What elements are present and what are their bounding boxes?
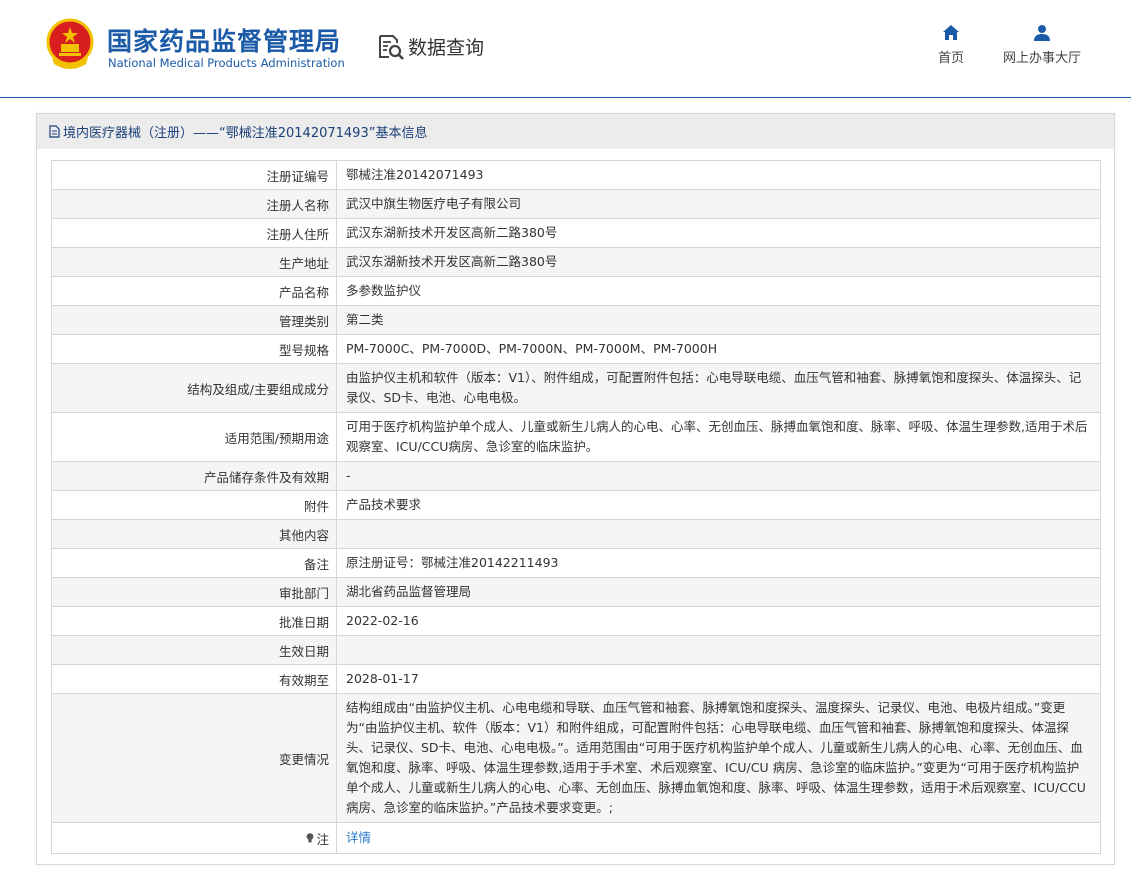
nav-home[interactable]: 首页: [935, 24, 967, 66]
home-icon: [943, 25, 959, 40]
table-row-registrant-address: 注册人住所 武汉东湖新技术开发区高新二路380号: [51, 218, 1101, 248]
field-value: 2022-02-16: [336, 606, 1101, 636]
field-value: 多参数监护仪: [336, 276, 1101, 306]
field-value: 结构组成由“由监护仪主机、心电电缆和导联、血压气管和袖套、脉搏氧饱和度探头、温度…: [336, 693, 1101, 823]
field-label: 产品储存条件及有效期: [51, 461, 337, 491]
field-value: 武汉中旗生物医疗电子有限公司: [336, 189, 1101, 219]
lightbulb-icon: [307, 833, 314, 843]
nav-home-label: 首页: [937, 51, 964, 66]
field-label: 附件: [51, 490, 337, 520]
nav-online-office-label: 网上办事大厅: [1002, 51, 1081, 66]
field-label: 审批部门: [51, 577, 337, 607]
table-row-remarks: 备注 原注册证号：鄂械注准20142211493: [51, 548, 1101, 578]
field-label: 型号规格: [51, 334, 337, 364]
table-row-model-spec: 型号规格 PM-7000C、PM-7000D、PM-7000N、PM-7000M…: [51, 334, 1101, 364]
panel-header: 境内医疗器械（注册）——“鄂械注准20142071493”基本信息: [37, 114, 1114, 149]
field-label: 生效日期: [51, 635, 337, 665]
field-value: -: [336, 461, 1101, 491]
note-value-cell: 详情: [336, 822, 1101, 854]
note-label-text: 注: [316, 831, 329, 847]
field-value: 产品技术要求: [336, 490, 1101, 520]
nav-online-office[interactable]: 网上办事大厅: [1001, 24, 1083, 66]
field-value: 武汉东湖新技术开发区高新二路380号: [336, 218, 1101, 248]
field-label: 变更情况: [51, 693, 337, 823]
document-search-icon: [379, 35, 404, 60]
field-label: 有效期至: [51, 664, 337, 694]
info-table: 注册证编号 鄂械注准20142071493 注册人名称 武汉中旗生物医疗电子有限…: [51, 160, 1101, 854]
field-value: 原注册证号：鄂械注准20142211493: [336, 548, 1101, 578]
table-row-other-content: 其他内容: [51, 519, 1101, 549]
details-link[interactable]: 详情: [346, 830, 371, 845]
site-header: 国家药品监督管理局 National Medical Products Admi…: [0, 0, 1131, 98]
table-row-effective-date: 生效日期: [51, 635, 1101, 665]
table-row-note: 注 详情: [51, 822, 1101, 854]
field-label: 其他内容: [51, 519, 337, 549]
field-label: 适用范围/预期用途: [51, 412, 337, 462]
field-label: 注册人名称: [51, 189, 337, 219]
table-row-change-history: 变更情况 结构组成由“由监护仪主机、心电电缆和导联、血压气管和袖套、脉搏氧饱和度…: [51, 693, 1101, 823]
field-label: 结构及组成/主要组成成分: [51, 363, 337, 413]
table-row-approval-date: 批准日期 2022-02-16: [51, 606, 1101, 636]
field-value: 由监护仪主机和软件（版本：V1）、附件组成，可配置附件包括：心电导联电缆、血压气…: [336, 363, 1101, 413]
table-row-registrant-name: 注册人名称 武汉中旗生物医疗电子有限公司: [51, 189, 1101, 219]
table-row-approval-dept: 审批部门 湖北省药品监督管理局: [51, 577, 1101, 607]
table-row-structure-composition: 结构及组成/主要组成成分 由监护仪主机和软件（版本：V1）、附件组成，可配置附件…: [51, 363, 1101, 413]
field-label: 产品名称: [51, 276, 337, 306]
table-row-attachment: 附件 产品技术要求: [51, 490, 1101, 520]
national-emblem-logo[interactable]: [46, 18, 94, 70]
table-row-storage-validity: 产品储存条件及有效期 -: [51, 461, 1101, 491]
field-label: 备注: [51, 548, 337, 578]
data-query-label: 数据查询: [408, 36, 485, 59]
note-label: 注: [306, 829, 329, 848]
field-value: 湖北省药品监督管理局: [336, 577, 1101, 607]
field-label: 管理类别: [51, 305, 337, 335]
info-panel: 境内医疗器械（注册）——“鄂械注准20142071493”基本信息 注册证编号 …: [36, 113, 1115, 865]
field-label: 注册证编号: [51, 160, 337, 190]
table-row-production-address: 生产地址 武汉东湖新技术开发区高新二路380号: [51, 247, 1101, 277]
table-row-management-class: 管理类别 第二类: [51, 305, 1101, 335]
field-value: PM-7000C、PM-7000D、PM-7000N、PM-7000M、PM-7…: [336, 334, 1101, 364]
field-label: 注册人住所: [51, 218, 337, 248]
field-label: 批准日期: [51, 606, 337, 636]
field-value: 武汉东湖新技术开发区高新二路380号: [336, 247, 1101, 277]
table-row-intended-use: 适用范围/预期用途 可用于医疗机构监护单个成人、儿童或新生儿病人的心电、心率、无…: [51, 412, 1101, 462]
field-value: 可用于医疗机构监护单个成人、儿童或新生儿病人的心电、心率、无创血压、脉搏血氧饱和…: [336, 412, 1101, 462]
table-row-product-name: 产品名称 多参数监护仪: [51, 276, 1101, 306]
document-icon: [49, 125, 60, 138]
table-row-registration-no: 注册证编号 鄂械注准20142071493: [51, 160, 1101, 190]
note-label-cell: 注: [51, 822, 337, 854]
brand-title-en[interactable]: National Medical Products Administration: [108, 56, 345, 70]
data-query-section[interactable]: 数据查询: [376, 31, 484, 61]
field-value: [336, 635, 1101, 665]
field-value: 鄂械注准20142071493: [336, 160, 1101, 190]
user-icon: [1034, 25, 1050, 41]
field-value: [336, 519, 1101, 549]
field-value: 2028-01-17: [336, 664, 1101, 694]
panel-title: 境内医疗器械（注册）——“鄂械注准20142071493”基本信息: [63, 126, 428, 141]
table-row-expiry-date: 有效期至 2028-01-17: [51, 664, 1101, 694]
field-value: 第二类: [336, 305, 1101, 335]
field-label: 生产地址: [51, 247, 337, 277]
brand-title-cn[interactable]: 国家药品监督管理局: [107, 22, 341, 58]
